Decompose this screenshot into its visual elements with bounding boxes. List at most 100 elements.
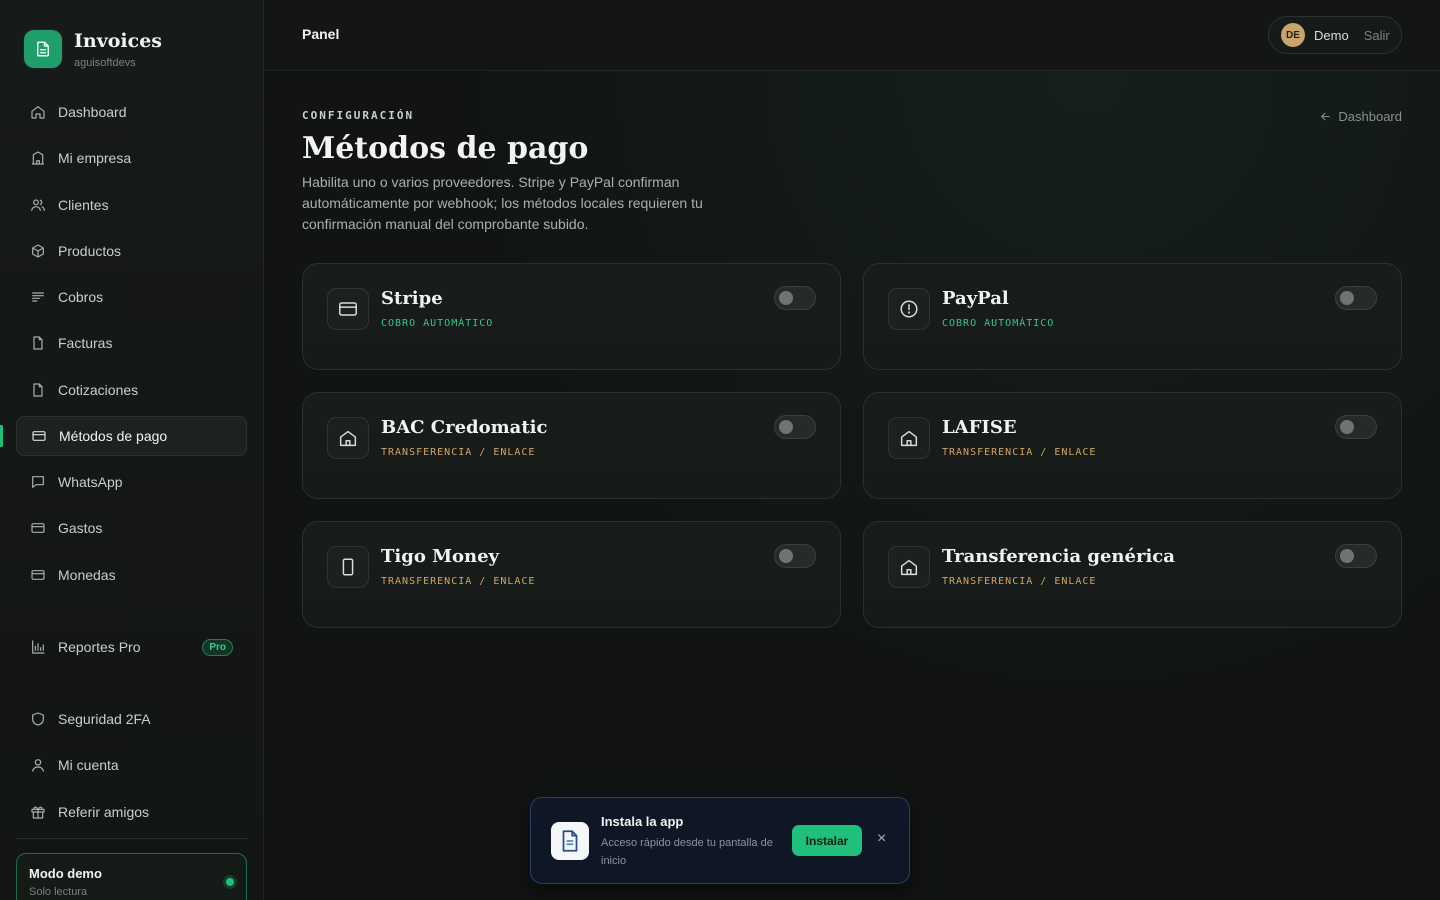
- sidebar-item-cobros[interactable]: Cobros: [16, 277, 247, 317]
- provider-card-paypal: PayPal COBRO AUTOMÁTICO: [863, 263, 1402, 370]
- sidebar-item-label: Mi cuenta: [58, 757, 119, 773]
- sidebar-item-label: Gastos: [58, 520, 103, 536]
- sidebar-item-label: Mi empresa: [58, 150, 132, 166]
- sidebar-item-label: Cotizaciones: [58, 382, 139, 398]
- install-title: Instala la app: [601, 814, 684, 829]
- provider-type: TRANSFERENCIA / ENLACE: [942, 447, 1097, 458]
- demo-subtitle: Solo lectura: [29, 886, 88, 898]
- enable-toggle[interactable]: [1335, 286, 1377, 310]
- topbar-title: Panel: [302, 26, 340, 42]
- enable-toggle[interactable]: [774, 415, 816, 439]
- sidebar-item-label: Cobros: [58, 289, 104, 305]
- sidebar-item-referir-amigos[interactable]: Referir amigos: [16, 792, 247, 832]
- enable-toggle[interactable]: [1335, 544, 1377, 568]
- phone-icon: [327, 546, 369, 588]
- sidebar-item-label: Referir amigos: [58, 804, 150, 820]
- provider-card-bac-credomatic: BAC Credomatic TRANSFERENCIA / ENLACE: [302, 392, 841, 499]
- back-to-dashboard-link[interactable]: Dashboard: [1319, 109, 1402, 124]
- sidebar-item-cotizaciones[interactable]: Cotizaciones: [16, 370, 247, 410]
- sidebar-item-label: Clientes: [58, 197, 109, 213]
- demo-mode-box: Modo demo Solo lectura: [16, 853, 247, 900]
- active-indicator: [0, 425, 3, 447]
- brand-title: Invoices: [74, 30, 162, 52]
- install-app-banner: Instala la app Acceso rápido desde tu pa…: [530, 797, 910, 884]
- bar-chart-icon: [30, 639, 46, 655]
- file-icon: [30, 335, 46, 351]
- provider-type: TRANSFERENCIA / ENLACE: [942, 576, 1097, 587]
- sidebar: Invoices aguisoftdevs Dashboard Mi empre…: [0, 0, 264, 900]
- bank-icon: [888, 546, 930, 588]
- file-icon: [30, 382, 46, 398]
- sidebar-item-productos[interactable]: Productos: [16, 231, 247, 271]
- app-logo-icon: [551, 822, 589, 860]
- enable-toggle[interactable]: [1335, 415, 1377, 439]
- provider-type: COBRO AUTOMÁTICO: [381, 318, 494, 329]
- home-icon: [30, 104, 46, 120]
- sidebar-item-dashboard[interactable]: Dashboard: [16, 92, 247, 132]
- enable-toggle[interactable]: [774, 286, 816, 310]
- sidebar-item-clientes[interactable]: Clientes: [16, 185, 247, 225]
- card-icon: [30, 520, 46, 536]
- toggle-knob: [1340, 291, 1354, 305]
- provider-type: TRANSFERENCIA / ENLACE: [381, 447, 536, 458]
- toggle-knob: [779, 549, 793, 563]
- main-content: CONFIGURACIÓN Métodos de pago Habilita u…: [264, 71, 1440, 900]
- shield-icon: [30, 711, 46, 727]
- provider-name: Transferencia genérica: [942, 546, 1175, 567]
- sidebar-divider: [16, 838, 247, 839]
- sidebar-item-label: Facturas: [58, 335, 113, 351]
- paypal-icon: [888, 288, 930, 330]
- credit-card-icon: [327, 288, 369, 330]
- provider-card-stripe: Stripe COBRO AUTOMÁTICO: [302, 263, 841, 370]
- provider-name: PayPal: [942, 288, 1009, 309]
- enable-toggle[interactable]: [774, 544, 816, 568]
- sidebar-item-gastos[interactable]: Gastos: [16, 508, 247, 548]
- provider-card-lafise: LAFISE TRANSFERENCIA / ENLACE: [863, 392, 1402, 499]
- status-dot: [226, 878, 234, 886]
- logout-button[interactable]: Salir: [1364, 28, 1390, 43]
- demo-title: Modo demo: [29, 866, 102, 881]
- lines-icon: [30, 289, 46, 305]
- sidebar-item-mi-empresa[interactable]: Mi empresa: [16, 138, 247, 178]
- close-icon[interactable]: ×: [877, 831, 886, 847]
- card-icon: [30, 567, 46, 583]
- section-eyebrow: CONFIGURACIÓN: [302, 109, 415, 122]
- user-menu[interactable]: DE Demo Salir: [1268, 16, 1402, 54]
- sidebar-item-label: WhatsApp: [58, 474, 123, 490]
- sidebar-item-mi-cuenta[interactable]: Mi cuenta: [16, 745, 247, 785]
- page-description: Habilita uno o varios proveedores. Strip…: [302, 174, 703, 232]
- card-icon: [31, 428, 47, 444]
- provider-name: Tigo Money: [381, 546, 500, 567]
- sidebar-item-whatsapp[interactable]: WhatsApp: [16, 462, 247, 502]
- page-title: Métodos de pago: [302, 131, 589, 166]
- sidebar-item-label: Seguridad 2FA: [58, 711, 151, 727]
- sidebar-item-metodos-de-pago[interactable]: Métodos de pago: [16, 416, 247, 456]
- sidebar-item-monedas[interactable]: Monedas: [16, 555, 247, 595]
- provider-type: COBRO AUTOMÁTICO: [942, 318, 1055, 329]
- toggle-knob: [1340, 549, 1354, 563]
- brand-subtitle: aguisoftdevs: [74, 57, 136, 69]
- sidebar-item-facturas[interactable]: Facturas: [16, 323, 247, 363]
- install-button[interactable]: Instalar: [792, 825, 862, 856]
- sidebar-item-label: Monedas: [58, 567, 116, 583]
- toggle-knob: [779, 291, 793, 305]
- provider-name: BAC Credomatic: [381, 417, 548, 438]
- sidebar-item-seguridad-2fa[interactable]: Seguridad 2FA: [16, 699, 247, 739]
- topbar: Panel DE Demo Salir: [264, 0, 1440, 71]
- provider-name: Stripe: [381, 288, 443, 309]
- brand[interactable]: Invoices aguisoftdevs: [24, 30, 162, 69]
- chat-icon: [30, 474, 46, 490]
- gift-icon: [30, 804, 46, 820]
- pro-badge: Pro: [202, 638, 233, 656]
- sidebar-item-label: Dashboard: [58, 104, 127, 120]
- provider-type: TRANSFERENCIA / ENLACE: [381, 576, 536, 587]
- sidebar-item-reportes-pro[interactable]: Reportes Pro Pro: [16, 627, 247, 667]
- provider-card-tigo-money: Tigo Money TRANSFERENCIA / ENLACE: [302, 521, 841, 628]
- toggle-knob: [1340, 420, 1354, 434]
- invoice-logo-icon: [24, 30, 62, 68]
- sidebar-item-label: Métodos de pago: [59, 428, 168, 444]
- bank-icon: [888, 417, 930, 459]
- user-icon: [30, 757, 46, 773]
- users-icon: [30, 197, 46, 213]
- user-name: Demo: [1314, 27, 1349, 43]
